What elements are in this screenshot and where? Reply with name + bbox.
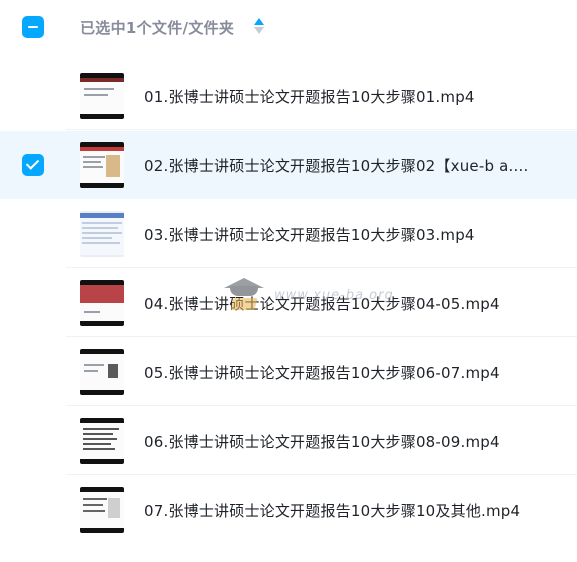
row-checkbox-checked[interactable] bbox=[22, 154, 44, 176]
file-row[interactable]: 05.张博士讲硕士论文开题报告10大步骤06-07.mp4 bbox=[0, 338, 577, 406]
row-divider bbox=[66, 405, 577, 406]
file-row[interactable]: 07.张博士讲硕士论文开题报告10大步骤10及其他.mp4 bbox=[0, 476, 577, 544]
video-thumbnail bbox=[80, 211, 124, 257]
file-name[interactable]: 05.张博士讲硕士论文开题报告10大步骤06-07.mp4 bbox=[144, 362, 500, 383]
video-thumbnail bbox=[80, 349, 124, 395]
selection-count-label: 已选中1个文件/文件夹 bbox=[80, 19, 235, 37]
row-divider bbox=[66, 474, 577, 475]
video-thumbnail bbox=[80, 487, 124, 533]
file-name[interactable]: 03.张博士讲硕士论文开题报告10大步骤03.mp4 bbox=[144, 224, 475, 245]
file-name[interactable]: 07.张博士讲硕士论文开题报告10大步骤10及其他.mp4 bbox=[144, 500, 520, 521]
sort-up-icon bbox=[254, 18, 264, 25]
file-row[interactable]: 04.张博士讲硕士论文开题报告10大步骤04-05.mp4 bbox=[0, 269, 577, 337]
file-name[interactable]: 01.张博士讲硕士论文开题报告10大步骤01.mp4 bbox=[144, 86, 475, 107]
file-row[interactable]: 03.张博士讲硕士论文开题报告10大步骤03.mp4 bbox=[0, 200, 577, 268]
video-thumbnail bbox=[80, 280, 124, 326]
sort-icon[interactable] bbox=[254, 18, 264, 36]
row-divider bbox=[66, 336, 577, 337]
file-row[interactable]: 01.张博士讲硕士论文开题报告10大步骤01.mp4 bbox=[0, 62, 577, 130]
select-all-checkbox[interactable] bbox=[22, 16, 44, 38]
video-thumbnail bbox=[80, 73, 124, 119]
file-name[interactable]: 04.张博士讲硕士论文开题报告10大步骤04-05.mp4 bbox=[144, 293, 500, 314]
row-divider bbox=[66, 129, 577, 130]
file-name[interactable]: 02.张博士讲硕士论文开题报告10大步骤02【xue-b a.... bbox=[144, 155, 528, 176]
video-thumbnail bbox=[80, 418, 124, 464]
file-row-selected[interactable]: 02.张博士讲硕士论文开题报告10大步骤02【xue-b a.... bbox=[0, 131, 577, 199]
video-thumbnail bbox=[80, 142, 124, 188]
sort-down-icon bbox=[254, 27, 264, 34]
file-name[interactable]: 06.张博士讲硕士论文开题报告10大步骤08-09.mp4 bbox=[144, 431, 500, 452]
file-row[interactable]: 06.张博士讲硕士论文开题报告10大步骤08-09.mp4 bbox=[0, 407, 577, 475]
row-divider bbox=[66, 267, 577, 268]
selection-header: 已选中1个文件/文件夹 bbox=[0, 0, 577, 56]
